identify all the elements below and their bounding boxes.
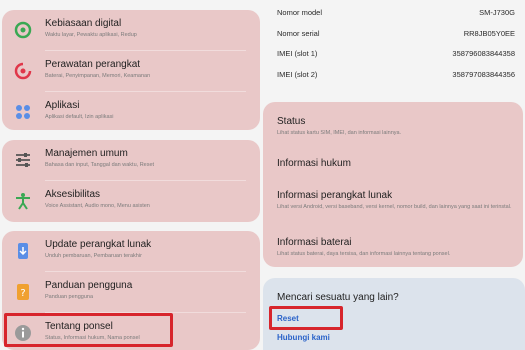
menu-item-device-care[interactable]: Perawatan perangkat Baterai, Penyimpanan… (2, 51, 260, 91)
info-row-serial: Nomor serial RR8JB05Y0EE (277, 29, 515, 38)
highlight-about-phone (4, 313, 173, 347)
menu-item-software-info[interactable]: Informasi perangkat lunak Lihat versi An… (277, 190, 513, 211)
info-value: 358796083844358 (452, 49, 515, 58)
menu-item-software-update[interactable]: Update perangkat lunak Unduh pembaruan, … (2, 231, 260, 271)
menu-item-title: Informasi hukum (277, 158, 351, 169)
accessibility-icon (14, 192, 32, 210)
software-update-icon (14, 242, 32, 260)
menu-item-subtitle: Waktu layar, Pewaktu aplikasi, Redup (45, 32, 137, 38)
menu-item-battery-info[interactable]: Informasi baterai Lihat status baterai, … (277, 237, 513, 258)
menu-item-title: Panduan pengguna (45, 280, 133, 291)
menu-item-title: Status (277, 116, 306, 127)
menu-item-subtitle: Bahasa dan input, Tanggal dan waktu, Res… (45, 162, 155, 168)
menu-item-status[interactable]: Status Lihat status kartu SIM, IMEI, dan… (277, 116, 513, 137)
search-panel-heading: Mencari sesuatu yang lain? (277, 292, 399, 303)
menu-item-subtitle: Lihat status kartu SIM, IMEI, dan inform… (277, 130, 402, 136)
menu-item-subtitle: Aplikasi default, Izin aplikasi (45, 114, 114, 120)
menu-item-title: Kebiasaan digital (45, 18, 122, 29)
menu-item-subtitle: Baterai, Penyimpanan, Memori, Keamanan (45, 73, 151, 79)
info-label: IMEI (slot 2) (277, 70, 318, 79)
info-value: RR8JB05Y0EE (463, 29, 515, 38)
info-label: Nomor serial (277, 29, 320, 38)
info-row-imei-2: IMEI (slot 2) 358797083844356 (277, 70, 515, 79)
menu-item-subtitle: Voice Assistant, Audio mono, Menu asiste… (45, 203, 150, 209)
settings-card-1: Kebiasaan digital Waktu layar, Pewaktu a… (2, 10, 260, 130)
apps-icon (14, 103, 32, 121)
settings-card-2: Manajemen umum Bahasa dan input, Tanggal… (2, 140, 260, 222)
menu-item-subtitle: Lihat status baterai, daya tersisa, dan … (277, 251, 451, 257)
menu-item-accessibility[interactable]: Aksesibilitas Voice Assistant, Audio mon… (2, 181, 260, 221)
menu-item-apps[interactable]: Aplikasi Aplikasi default, Izin aplikasi (2, 92, 260, 130)
info-row-imei-1: IMEI (slot 1) 358796083844358 (277, 49, 515, 58)
device-care-icon (14, 62, 32, 80)
menu-item-subtitle: Lihat versi Android, versi baseband, ver… (277, 204, 512, 210)
svg-text:?: ? (20, 288, 25, 299)
digital-wellbeing-icon (14, 21, 32, 39)
about-card: Status Lihat status kartu SIM, IMEI, dan… (263, 102, 523, 267)
menu-item-subtitle: Panduan pengguna (45, 294, 94, 300)
menu-item-title: Informasi baterai (277, 237, 352, 248)
info-value: 358797083844356 (452, 70, 515, 79)
menu-item-legal-info[interactable]: Informasi hukum (277, 158, 513, 169)
highlight-reset (269, 306, 343, 330)
menu-item-digital-wellbeing[interactable]: Kebiasaan digital Waktu layar, Pewaktu a… (2, 10, 260, 50)
menu-item-title: Aksesibilitas (45, 189, 101, 200)
menu-item-general-management[interactable]: Manajemen umum Bahasa dan input, Tanggal… (2, 140, 260, 180)
info-value: SM-J730G (479, 8, 515, 17)
contact-us-link[interactable]: Hubungi kami (277, 333, 330, 342)
info-label: Nomor model (277, 8, 323, 17)
menu-item-title: Update perangkat lunak (45, 239, 152, 250)
menu-item-title: Perawatan perangkat (45, 59, 141, 70)
menu-item-title: Manajemen umum (45, 148, 128, 159)
info-row-model: Nomor model SM-J730G (277, 8, 515, 17)
sliders-icon (14, 151, 32, 169)
menu-item-title: Informasi perangkat lunak (277, 190, 393, 201)
menu-item-title: Aplikasi (45, 100, 80, 111)
menu-item-subtitle: Unduh pembaruan, Pembaruan terakhir (45, 253, 142, 259)
menu-item-user-manual[interactable]: ? Panduan pengguna Panduan pengguna (2, 272, 260, 312)
info-label: IMEI (slot 1) (277, 49, 318, 58)
user-manual-icon: ? (14, 283, 32, 301)
